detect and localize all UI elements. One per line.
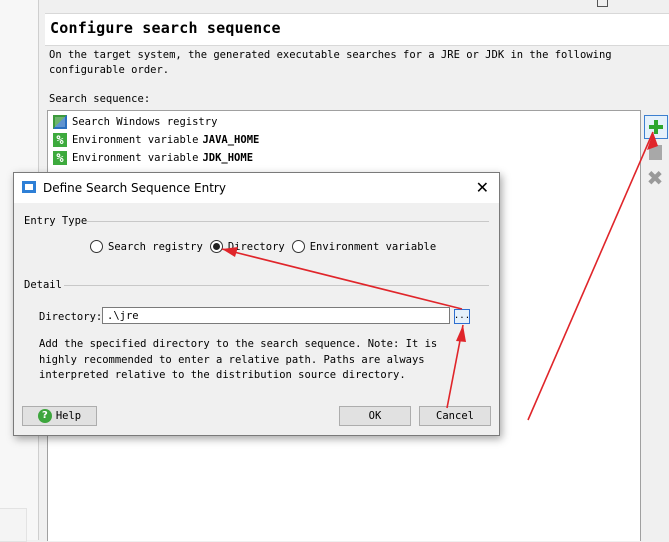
- window-restore-icon[interactable]: [597, 0, 608, 7]
- app-icon: [22, 181, 36, 193]
- radio-search-registry[interactable]: Search registry: [90, 240, 203, 253]
- edit-entry-button[interactable]: [644, 141, 666, 163]
- page-title: Configure search sequence: [50, 19, 281, 37]
- detail-label: Detail: [24, 279, 62, 291]
- dialog-title: Define Search Sequence Entry: [43, 181, 226, 195]
- list-item[interactable]: % Environment variable JDK_HOME: [53, 150, 253, 166]
- help-button[interactable]: ? Help: [22, 406, 97, 426]
- radio-button[interactable]: [90, 240, 103, 253]
- list-item-variable: JDK_HOME: [202, 152, 254, 164]
- add-entry-button[interactable]: [644, 115, 668, 139]
- dialog-title-bar: Define Search Sequence Entry ✕: [14, 173, 499, 203]
- help-icon: ?: [37, 409, 52, 423]
- background-window-fragment: [0, 508, 27, 542]
- list-item[interactable]: % Environment variable JAVA_HOME: [53, 132, 259, 148]
- radio-directory[interactable]: Directory: [209, 240, 285, 253]
- ok-button[interactable]: OK: [339, 406, 411, 426]
- percent-icon: %: [53, 133, 67, 147]
- help-button-label: Help: [55, 410, 82, 422]
- directory-input[interactable]: [102, 307, 450, 324]
- percent-icon: %: [53, 151, 67, 165]
- close-icon[interactable]: ✕: [476, 178, 489, 197]
- radio-environment-variable[interactable]: Environment variable: [291, 240, 437, 253]
- delete-icon: ✖: [646, 166, 664, 190]
- list-item-text: Environment variable: [72, 134, 199, 146]
- browse-button[interactable]: ...: [454, 309, 470, 324]
- radio-button[interactable]: [209, 240, 223, 253]
- sequence-toolbar: ✖: [641, 110, 669, 540]
- entry-type-label: Entry Type: [24, 215, 88, 227]
- detail-divider: [64, 285, 489, 286]
- delete-entry-button[interactable]: ✖: [644, 167, 666, 189]
- list-item-text: Environment variable: [72, 152, 199, 164]
- directory-label: Directory:: [39, 311, 103, 323]
- search-sequence-label: Search sequence:: [49, 93, 151, 105]
- directory-help-text: Add the specified directory to the searc…: [39, 338, 438, 381]
- radio-label: Directory: [227, 240, 285, 253]
- list-item-variable: JAVA_HOME: [202, 134, 260, 146]
- list-item-text: Search Windows registry: [72, 116, 218, 128]
- registry-icon: [53, 115, 67, 129]
- radio-label: Search registry: [108, 240, 203, 253]
- radio-label: Environment variable: [309, 240, 437, 253]
- cancel-button[interactable]: Cancel: [419, 406, 491, 426]
- list-item[interactable]: Search Windows registry: [53, 114, 217, 130]
- edit-icon: [648, 144, 662, 160]
- entry-type-radio-group: Search registry Directory Environment va…: [90, 240, 443, 253]
- page-description: On the target system, the generated exec…: [49, 49, 612, 76]
- define-search-sequence-dialog: Define Search Sequence Entry ✕ Entry Typ…: [13, 172, 500, 436]
- radio-button[interactable]: [291, 240, 305, 253]
- plus-icon: [649, 120, 663, 134]
- entry-type-divider: [86, 221, 489, 222]
